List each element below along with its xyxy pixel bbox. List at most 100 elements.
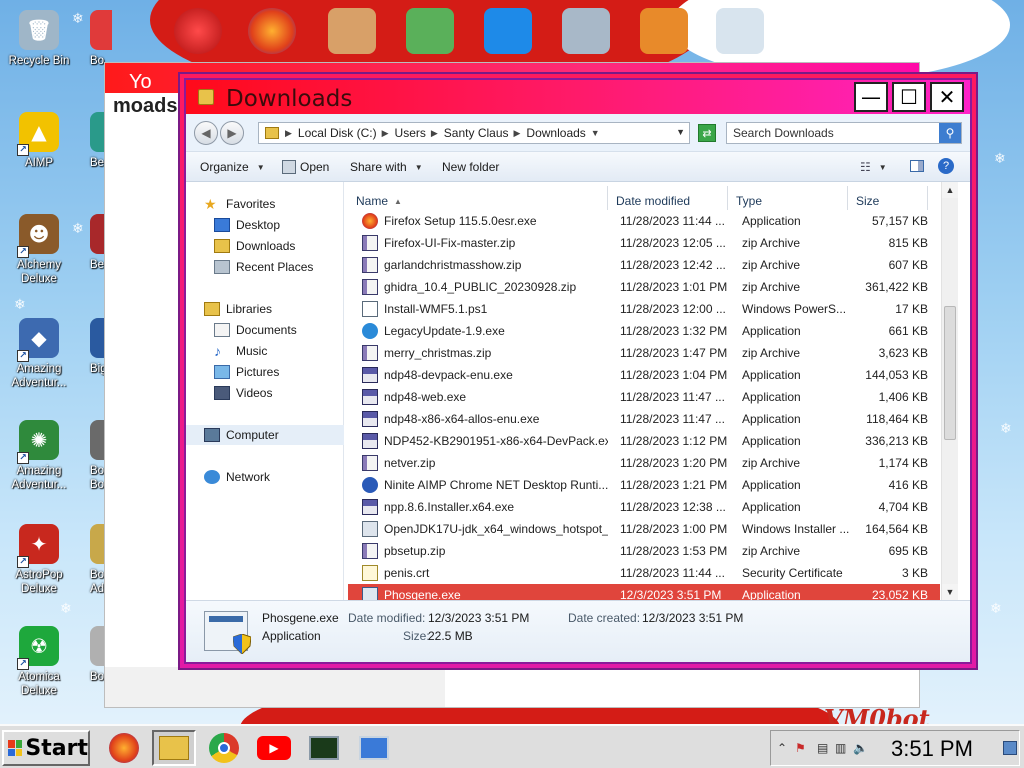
file-row[interactable]: Install-WMF5.1.ps1 11/28/2023 12:00 ... Wi… [348, 298, 940, 320]
file-row[interactable]: ndp48-web.exe 11/28/2023 11:47 ... Applica… [348, 386, 940, 408]
file-row[interactable]: netver.zip 11/28/2023 1:20 PM zip Archive 1… [348, 452, 940, 474]
new-folder-button[interactable]: New folder [442, 160, 499, 174]
desktop-icon-4[interactable]: ✺ ↗ Amazing Adventur... [0, 420, 78, 492]
explorer-window[interactable]: Downloads — ☐ ✕ ◀ ▶ ▶ Local Disk (C:) ▶ U… [178, 72, 978, 670]
nav-desktop[interactable]: Desktop [186, 215, 344, 235]
minimize-button[interactable]: — [854, 82, 888, 112]
organize-button[interactable]: Organize ▼ [200, 160, 265, 174]
help-button[interactable]: ? [938, 158, 954, 174]
nav-computer[interactable]: Computer [186, 425, 344, 445]
search-button[interactable]: ⚲ [939, 123, 961, 143]
file-row[interactable]: OpenJDK17U-jdk_x64_windows_hotspot_... 11… [348, 518, 940, 540]
open-button[interactable]: Open [282, 160, 329, 174]
scroll-up-icon[interactable]: ▲ [942, 182, 958, 198]
file-row[interactable]: Ninite AIMP Chrome NET Desktop Runti... 1… [348, 474, 940, 496]
shortcut-window-icon[interactable] [716, 8, 764, 54]
breadcrumb-local-disk[interactable]: Local Disk (C:) ▶ [298, 126, 389, 140]
file-row[interactable]: garlandchristmasshow.zip 11/28/2023 12:42… [348, 254, 940, 276]
maximize-button[interactable]: ☐ [892, 82, 926, 112]
nav-videos[interactable]: Videos [186, 383, 344, 403]
file-row[interactable]: penis.crt 11/28/2023 11:44 ... Security Ce… [348, 562, 940, 584]
network-tray-icon[interactable]: ▥ [835, 741, 846, 755]
show-desktop-button[interactable] [1003, 741, 1017, 755]
desktop-icon-0[interactable]: 🗑 Recycle Bin [0, 10, 78, 68]
chevron-down-icon[interactable]: ▼ [591, 128, 600, 138]
refresh-button[interactable]: ⇄ [698, 124, 716, 142]
file-row[interactable]: pbsetup.zip 11/28/2023 1:53 PM zip Archive… [348, 540, 940, 562]
shortcut-shrine-icon[interactable] [328, 8, 376, 54]
taskbar-chrome-button[interactable] [202, 730, 246, 766]
nav-network[interactable]: Network [186, 467, 344, 487]
volume-icon[interactable]: 🔈 [853, 741, 868, 755]
shortcut-arrow-icon: ↗ [17, 246, 29, 258]
address-dropdown-icon[interactable]: ▼ [676, 127, 685, 137]
file-row[interactable]: merry_christmas.zip 11/28/2023 1:47 PM zip… [348, 342, 940, 364]
nav-favorites[interactable]: ★ Favorites [186, 194, 344, 214]
taskbar-remote-desktop-button[interactable] [352, 730, 396, 766]
breadcrumb-santy-claus[interactable]: Santy Claus ▶ [444, 126, 521, 140]
vertical-scrollbar[interactable]: ▲ ▼ [941, 182, 958, 600]
chevron-right-icon[interactable]: ▶ [514, 128, 521, 139]
column-header-name[interactable]: Name ▲ [348, 186, 608, 210]
shortcut-shark-icon[interactable] [562, 8, 610, 54]
address-bar[interactable]: ▶ Local Disk (C:) ▶ Users ▶ Santy Claus ▶ D… [258, 122, 690, 144]
nav-downloads[interactable]: Downloads [186, 236, 344, 256]
chevron-right-icon[interactable]: ▶ [285, 128, 292, 139]
file-row[interactable]: LegacyUpdate-1.9.exe 11/28/2023 1:32 PM Ap… [348, 320, 940, 342]
chevron-right-icon[interactable]: ▶ [431, 128, 438, 139]
desktop-icon-3[interactable]: ◆ ↗ Amazing Adventur... [0, 318, 78, 390]
documents-icon [214, 323, 230, 337]
desktop-icon-6[interactable]: ☢ ↗ Atomica Deluxe [0, 626, 78, 698]
column-header-type[interactable]: Type [728, 186, 848, 210]
file-row[interactable]: Phosgene.exe 12/3/2023 3:51 PM Application… [348, 584, 940, 600]
chevron-right-icon[interactable]: ▶ [382, 128, 389, 139]
file-row[interactable]: ndp48-devpack-enu.exe 11/28/2023 1:04 PM A… [348, 364, 940, 386]
nav-libraries[interactable]: Libraries [186, 299, 344, 319]
nav-music[interactable]: ♪ Music [186, 341, 344, 361]
shortcut-firefox-icon[interactable] [248, 8, 296, 54]
file-row[interactable]: ghidra_10.4_PUBLIC_20230928.zip 11/28/202… [348, 276, 940, 298]
start-button[interactable]: Start [2, 730, 90, 766]
explorer-titlebar[interactable]: Downloads — ☐ ✕ [186, 80, 970, 114]
view-options-button[interactable]: ☷ ▼ [860, 160, 887, 174]
search-input[interactable]: Search Downloads ⚲ [726, 122, 962, 144]
taskbar-explorer-button[interactable] [152, 730, 196, 766]
close-button[interactable]: ✕ [930, 82, 964, 112]
preview-pane-button[interactable] [910, 160, 924, 172]
display-icon[interactable]: ▤ [817, 741, 828, 755]
file-row[interactable]: ndp48-x86-x64-allos-enu.exe 11/28/2023 11… [348, 408, 940, 430]
taskbar-youtube-button[interactable]: ▶ [252, 730, 296, 766]
msi-file-icon [362, 521, 378, 537]
column-header-size[interactable]: Size [848, 186, 928, 210]
nav-documents[interactable]: Documents [186, 320, 344, 340]
share-with-button[interactable]: Share with ▼ [350, 160, 423, 174]
taskbar-firefox-button[interactable] [102, 730, 146, 766]
taskbar-task-manager-button[interactable] [302, 730, 346, 766]
desktop-icon-partial-0[interactable]: Bo [72, 10, 112, 68]
shortcut-blocks-icon[interactable] [640, 8, 688, 54]
show-hidden-icons-button[interactable]: ⌃ [777, 741, 787, 755]
desktop-icon-5[interactable]: ✦ ↗ AstroPop Deluxe [0, 524, 78, 596]
nav-pictures[interactable]: Pictures [186, 362, 344, 382]
shortcut-game-red-icon[interactable] [174, 8, 222, 54]
scrollbar-thumb[interactable] [944, 306, 956, 440]
nav-recent-places[interactable]: Recent Places [186, 257, 344, 277]
file-row[interactable]: npp.8.6.Installer.x64.exe 11/28/2023 12:3… [348, 496, 940, 518]
desktop-icon-2[interactable]: ☻ ↗ Alchemy Deluxe [0, 214, 78, 286]
breadcrumb-users[interactable]: Users ▶ [395, 126, 438, 140]
scroll-down-icon[interactable]: ▼ [942, 584, 958, 600]
file-row[interactable]: NDP452-KB2901951-x86-x64-DevPack.exe 11/2… [348, 430, 940, 452]
file-row[interactable]: Firefox-UI-Fix-master.zip 11/28/2023 12:0… [348, 232, 940, 254]
file-row[interactable]: Firefox Setup 115.5.0esr.exe 11/28/2023 1… [348, 210, 940, 232]
column-header-date[interactable]: Date modified [608, 186, 728, 210]
back-button[interactable]: ◀ [194, 121, 218, 145]
clock[interactable]: 3:51 PM [891, 736, 973, 762]
desktop-icon-1[interactable]: ▲ ↗ AIMP [0, 112, 78, 170]
shortcut-app-blue-icon[interactable] [484, 8, 532, 54]
shortcut-arrow-icon: ↗ [17, 144, 29, 156]
forward-button[interactable]: ▶ [220, 121, 244, 145]
background-tab-label[interactable]: Yo [129, 71, 152, 94]
action-center-icon[interactable]: ⚑ [795, 741, 806, 755]
shortcut-notepad-icon[interactable] [406, 8, 454, 54]
breadcrumb-downloads[interactable]: Downloads ▼ [526, 126, 599, 140]
